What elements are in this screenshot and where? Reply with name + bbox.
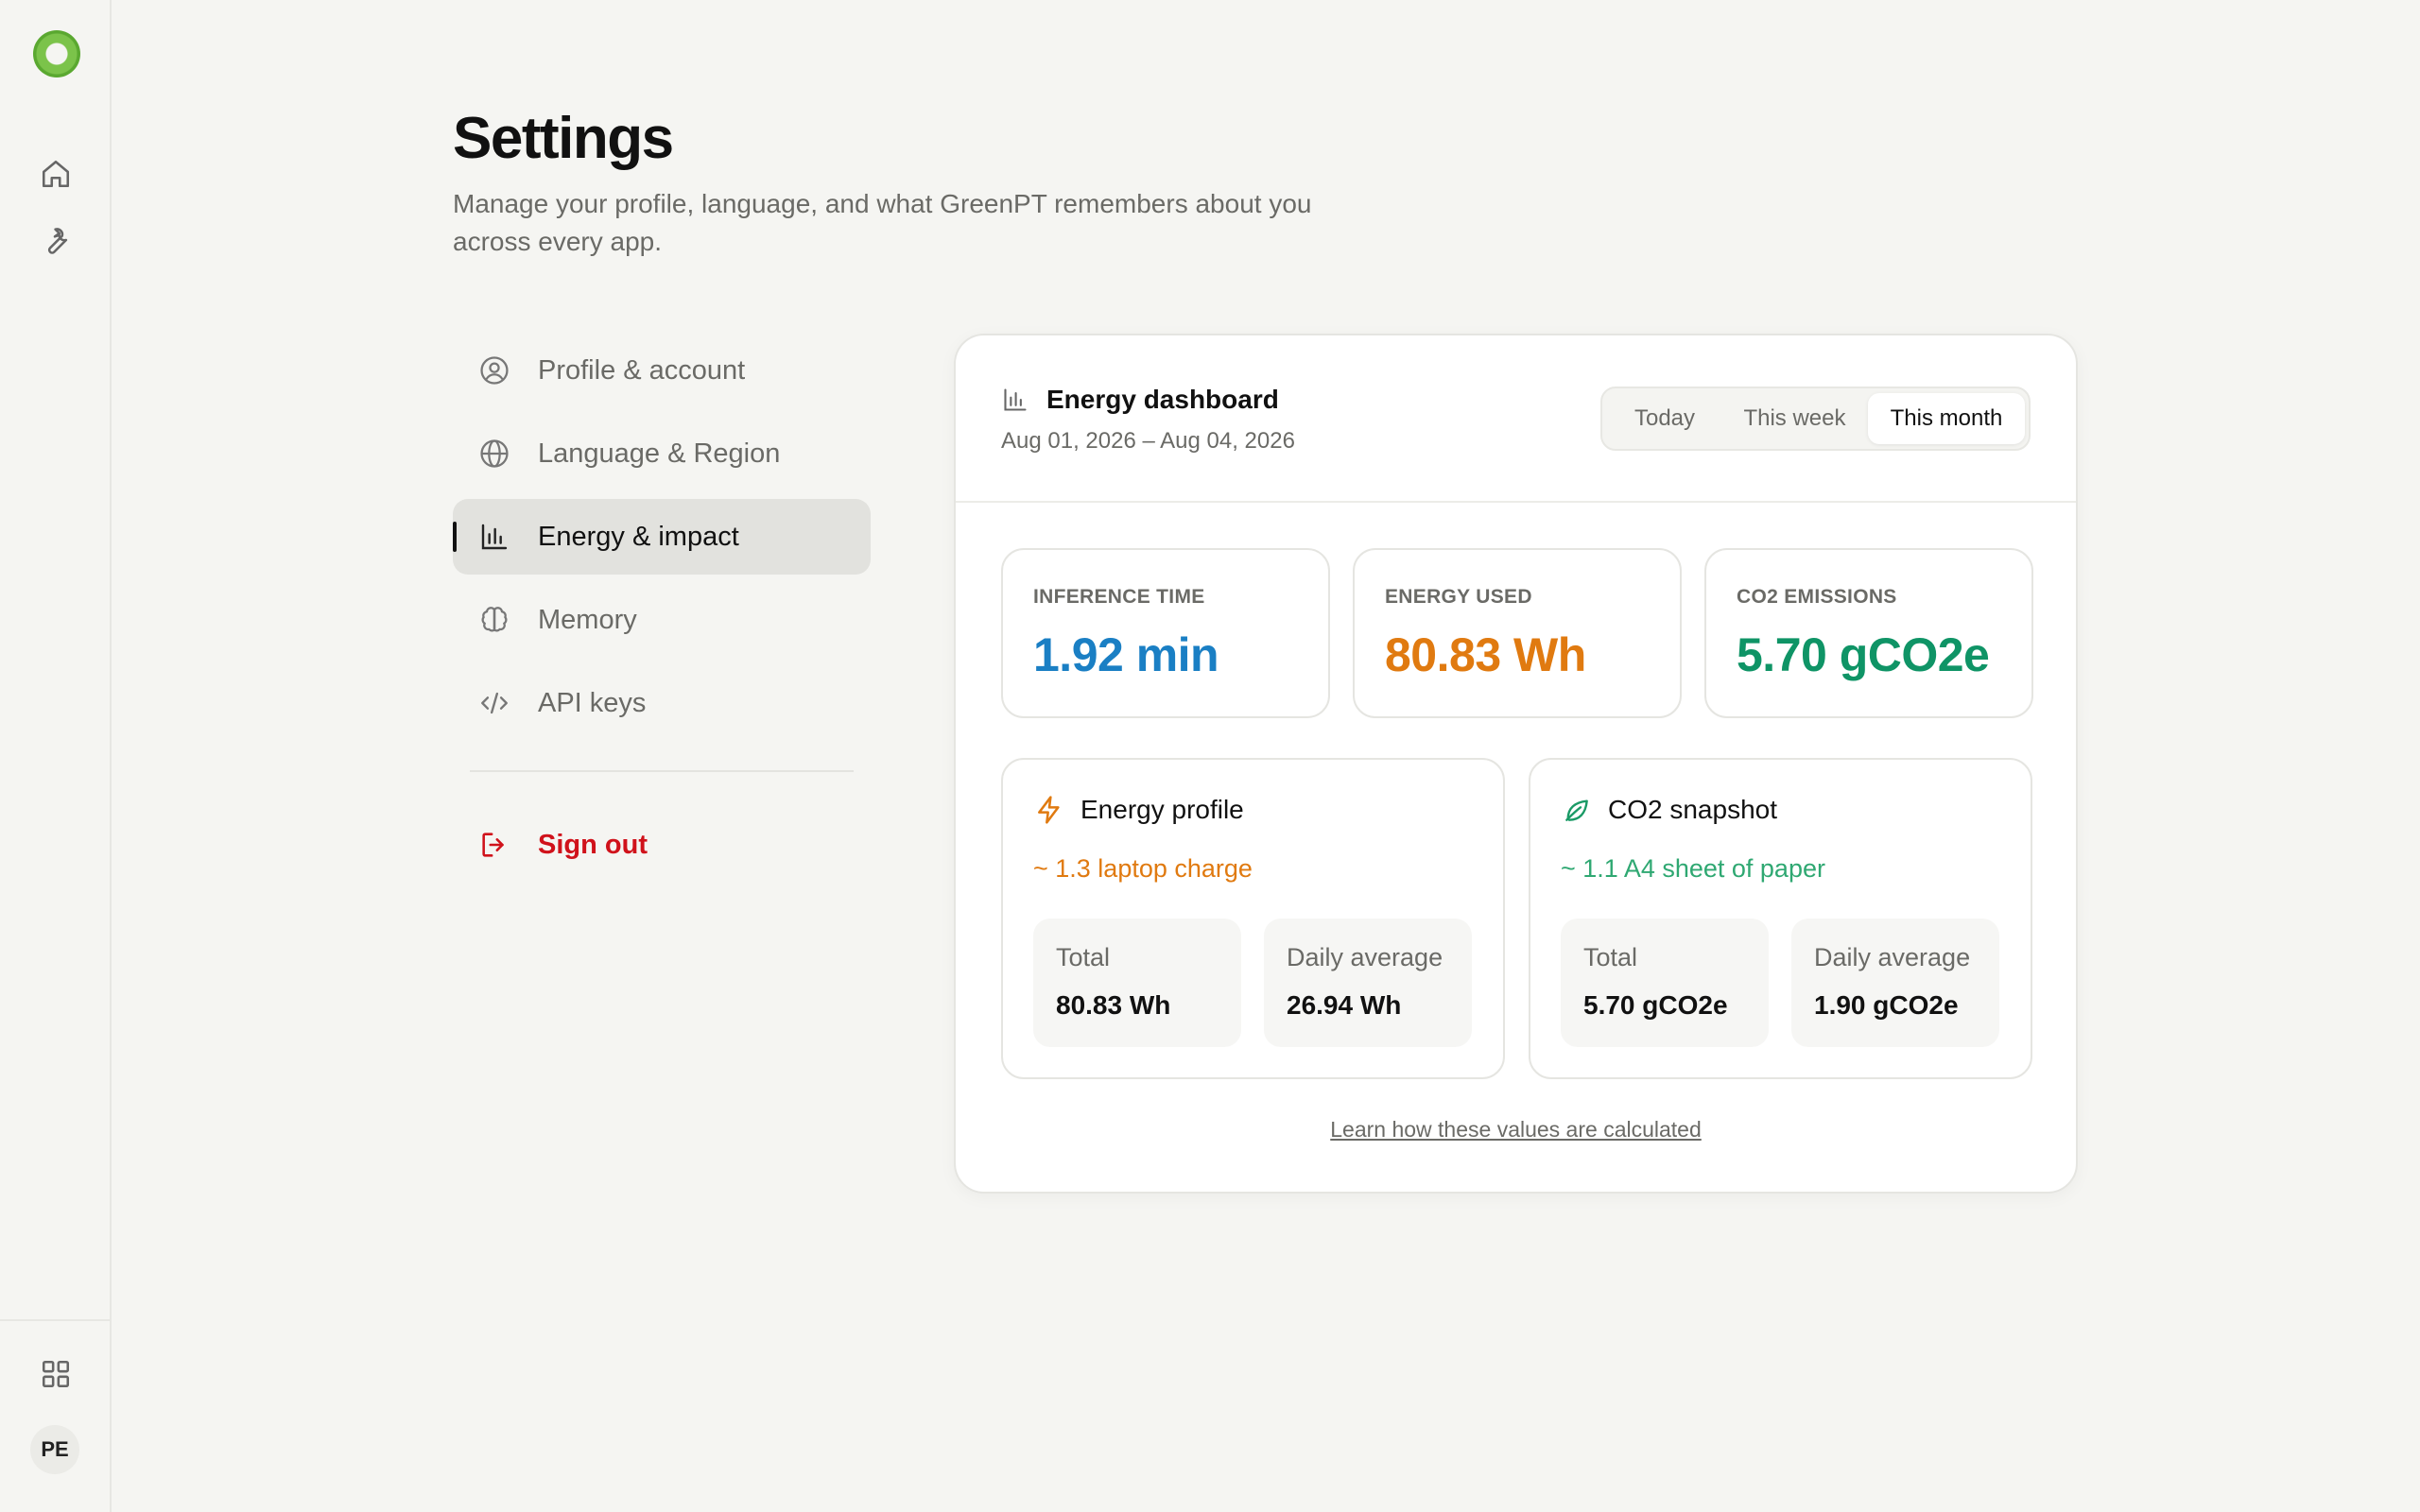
stat-value: 5.70 gCO2e — [1737, 628, 1990, 681]
sign-out-icon — [477, 828, 511, 862]
user-avatar[interactable]: PE — [30, 1425, 79, 1474]
page-title: Settings — [453, 106, 674, 171]
nav-item-label: Energy & impact — [538, 521, 739, 552]
bar-chart-icon — [477, 520, 511, 554]
nav-item-label: Language & Region — [538, 438, 781, 469]
nav-item-profile[interactable]: Profile & account — [453, 333, 871, 408]
dashboard-title: Energy dashboard — [1001, 385, 1279, 415]
globe-icon — [477, 437, 511, 471]
page-header: Settings Manage your profile, language, … — [453, 104, 1398, 261]
stat-label: ENERGY USED — [1385, 586, 1532, 608]
greenpt-logo[interactable] — [33, 30, 80, 77]
stat-value: 80.83 Wh — [1385, 628, 1586, 681]
nav-item-memory[interactable]: Memory — [453, 582, 871, 658]
mini-label: Daily average — [1814, 943, 1971, 971]
energy-equivalent: ~ 1.3 laptop charge — [1033, 854, 1253, 883]
stat-co2-emissions: CO2 EMISSIONS 5.70 gCO2e — [1704, 548, 2033, 718]
mini-label: Total — [1583, 943, 1638, 971]
date-range: Aug 01, 2026 – Aug 04, 2026 — [1001, 428, 1295, 454]
mini-value: 26.94 Wh — [1287, 990, 1402, 1020]
card-divider — [956, 501, 2076, 503]
nav-item-label: API keys — [538, 687, 647, 718]
mini-label: Total — [1056, 943, 1111, 971]
panel-title-text: CO2 snapshot — [1608, 795, 1777, 824]
dashboard-title-text: Energy dashboard — [1046, 385, 1279, 414]
home-icon[interactable] — [34, 152, 78, 196]
mini-value: 5.70 gCO2e — [1583, 990, 1728, 1020]
app-rail: PE — [0, 0, 112, 1512]
user-circle-icon — [477, 353, 511, 387]
stat-energy-used: ENERGY USED 80.83 Wh — [1353, 548, 1682, 718]
energy-dashboard-card: Energy dashboard Aug 01, 2026 – Aug 04, … — [954, 334, 2078, 1194]
rail-divider — [0, 1319, 112, 1321]
period-this-month[interactable]: This month — [1868, 393, 2025, 444]
nav-item-label: Memory — [538, 604, 637, 635]
period-today[interactable]: Today — [1608, 393, 1721, 444]
brain-icon — [477, 603, 511, 637]
lightning-icon — [1033, 794, 1065, 826]
nav-item-api-keys[interactable]: API keys — [453, 665, 871, 741]
stat-label: CO2 EMISSIONS — [1737, 586, 1897, 608]
sign-out-label: Sign out — [538, 829, 648, 860]
wrench-icon[interactable] — [34, 219, 78, 263]
page-subtitle: Manage your profile, language, and what … — [453, 189, 1312, 256]
period-selector: Today This week This month — [1600, 387, 2031, 451]
learn-more-link[interactable]: Learn how these values are calculated — [956, 1117, 2076, 1143]
stat-label: INFERENCE TIME — [1033, 586, 1205, 608]
leaf-icon — [1561, 794, 1593, 826]
nav-item-language[interactable]: Language & Region — [453, 416, 871, 491]
code-icon — [477, 686, 511, 720]
co2-snapshot-title: CO2 snapshot — [1561, 794, 1777, 826]
stat-inference-time: INFERENCE TIME 1.92 min — [1001, 548, 1330, 718]
settings-nav: Profile & account Language & Region Ener… — [453, 333, 871, 860]
period-this-week[interactable]: This week — [1721, 393, 1868, 444]
nav-divider — [470, 770, 854, 772]
energy-profile-panel: Energy profile ~ 1.3 laptop charge Total… — [1001, 758, 1505, 1079]
nav-item-label: Profile & account — [538, 354, 746, 386]
mini-value: 1.90 gCO2e — [1814, 990, 1959, 1020]
co2-daily-average: Daily average 1.90 gCO2e — [1791, 919, 1999, 1047]
energy-total: Total 80.83 Wh — [1033, 919, 1241, 1047]
bar-chart-icon — [1001, 386, 1029, 414]
mini-label: Daily average — [1287, 943, 1443, 971]
panel-title-text: Energy profile — [1080, 795, 1244, 824]
stat-value: 1.92 min — [1033, 628, 1219, 681]
energy-daily-average: Daily average 26.94 Wh — [1264, 919, 1472, 1047]
nav-item-energy[interactable]: Energy & impact — [453, 499, 871, 575]
mini-value: 80.83 Wh — [1056, 990, 1171, 1020]
co2-total: Total 5.70 gCO2e — [1561, 919, 1769, 1047]
co2-snapshot-panel: CO2 snapshot ~ 1.1 A4 sheet of paper Tot… — [1529, 758, 2032, 1079]
energy-profile-title: Energy profile — [1033, 794, 1244, 826]
sign-out-button[interactable]: Sign out — [453, 807, 648, 883]
co2-equivalent: ~ 1.1 A4 sheet of paper — [1561, 854, 1825, 883]
apps-grid-icon[interactable] — [34, 1352, 78, 1396]
